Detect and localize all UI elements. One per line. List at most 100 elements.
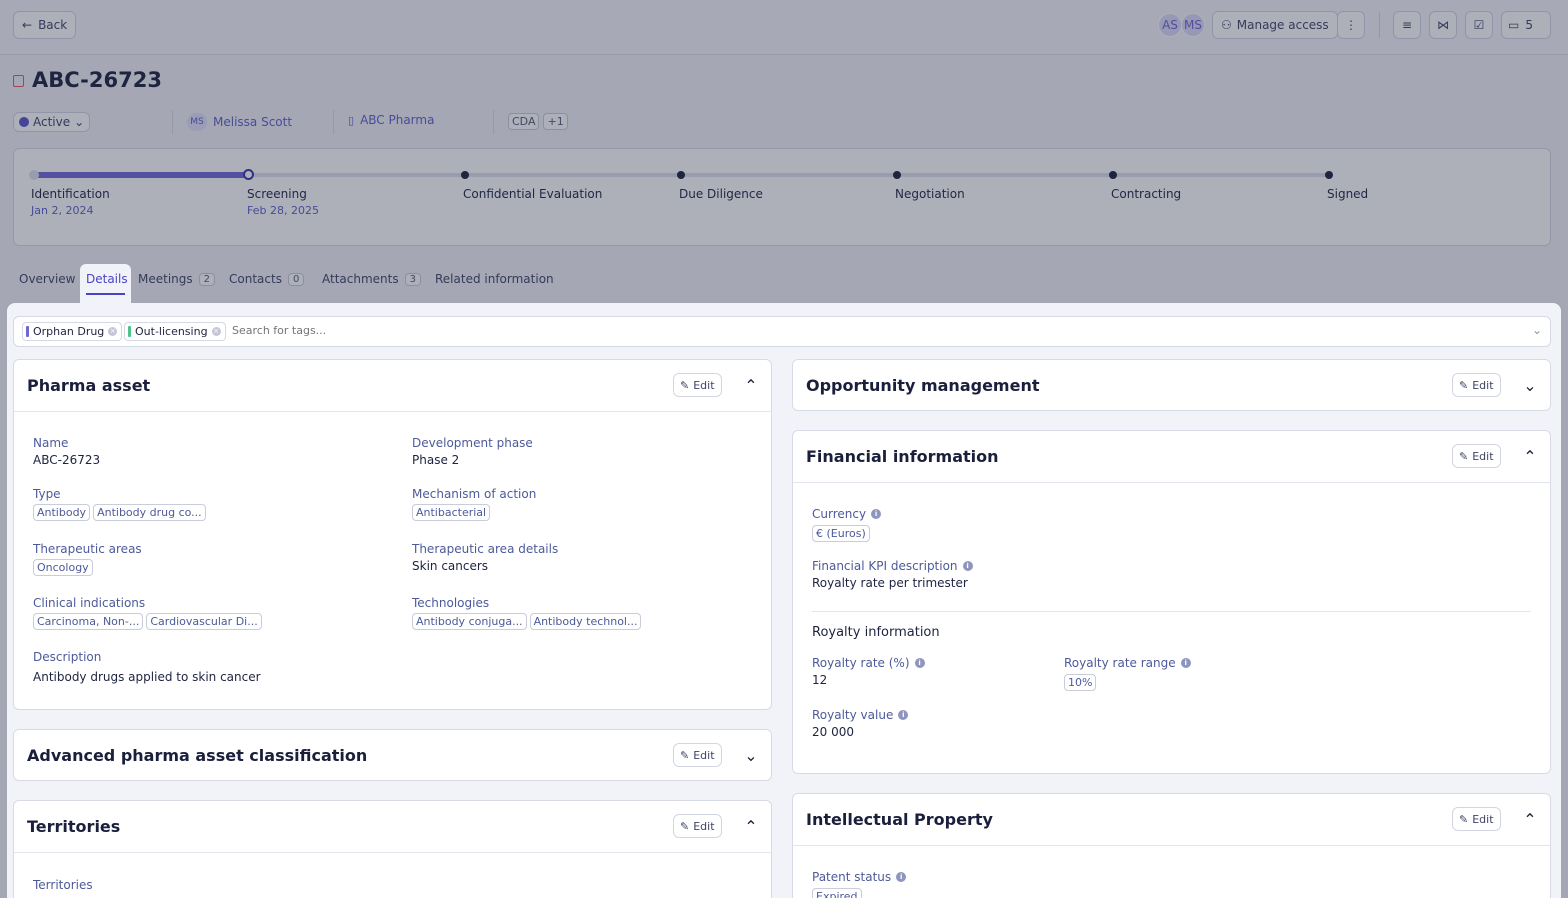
chevron-up-icon[interactable]: ⌃ [1521, 447, 1539, 466]
edit-label: Edit [693, 819, 715, 833]
card-title: Opportunity management [806, 376, 1040, 395]
divider [793, 845, 1550, 846]
field-value: Phase 2 [412, 453, 460, 467]
card-header: Pharma asset ✎ Edit ⌃ [14, 360, 771, 411]
tag-search-input[interactable] [232, 324, 832, 337]
field-label: Currency [812, 507, 867, 521]
tag-label: Out-licensing [135, 325, 208, 338]
tag-chip[interactable]: Orphan Drug × [22, 322, 123, 341]
field-label: Clinical indications [33, 596, 146, 610]
field-label: Therapeutic area details [412, 542, 559, 556]
pencil-icon: ✎ [1459, 812, 1469, 826]
field-label: Royalty rate range [1064, 656, 1176, 670]
tech-pills: Antibody conjuga... Antibody technol... [412, 613, 642, 630]
tags-field[interactable]: Orphan Drug × Out-licensing × ⌄ [13, 316, 1551, 347]
field-value: 20 000 [812, 725, 854, 739]
pill: € (Euros) [812, 525, 870, 542]
pill: 10% [1064, 674, 1097, 691]
card-header: Territories ✎ Edit ⌃ [14, 801, 771, 852]
pill: Antibacterial [412, 504, 491, 521]
field-label-range: Royalty rate range i [1064, 656, 1191, 670]
field-label-value: Royalty value i [812, 708, 909, 722]
field-label: Therapeutic areas [33, 542, 142, 556]
section-heading: Royalty information [812, 625, 940, 640]
field-label: Financial KPI description [812, 559, 958, 573]
field-value: Skin cancers [412, 559, 489, 573]
type-pills: Antibody Antibody drug co... [33, 504, 206, 521]
intellectual-property-card: Intellectual Property ✎ Edit ⌃ Patent sta… [792, 793, 1551, 898]
pill: Antibody technol... [529, 613, 642, 630]
field-label-kpi: Financial KPI description i [812, 559, 973, 573]
tab-details[interactable]: Details [80, 264, 131, 304]
pencil-icon: ✎ [1459, 449, 1469, 463]
info-icon[interactable]: i [871, 509, 882, 519]
pill: Antibody [33, 504, 91, 521]
card-title: Intellectual Property [806, 810, 993, 829]
info-icon[interactable]: i [962, 561, 973, 571]
field-value: Antibody drugs applied to skin cancer [33, 670, 261, 684]
field-label: Technologies [412, 596, 490, 610]
card-title: Advanced pharma asset classification [27, 746, 368, 765]
card-header: Opportunity management ✎ Edit ⌄ [793, 360, 1550, 411]
edit-button[interactable]: ✎ Edit [1452, 444, 1501, 468]
field-label-rate: Royalty rate (%) i [812, 656, 925, 670]
edit-button[interactable]: ✎ Edit [673, 814, 722, 838]
field-label-currency: Currency i [812, 507, 882, 521]
territories-card: Territories ✎ Edit ⌃ Territories [13, 800, 772, 898]
chevron-down-icon[interactable]: ⌄ [1521, 376, 1539, 395]
field-label: Mechanism of action [412, 487, 537, 501]
field-label-patent: Patent status i [812, 870, 907, 884]
edit-button[interactable]: ✎ Edit [1452, 373, 1501, 397]
divider [812, 611, 1531, 612]
divider [793, 482, 1550, 483]
edit-label: Edit [1472, 812, 1494, 826]
tag-color-mark [26, 326, 29, 337]
edit-label: Edit [1472, 449, 1494, 463]
field-value: Royalty rate per trimester [812, 576, 968, 590]
edit-button[interactable]: ✎ Edit [673, 743, 722, 767]
chevron-down-icon[interactable]: ⌄ [742, 746, 760, 765]
chevron-up-icon[interactable]: ⌃ [742, 817, 760, 836]
chevron-down-icon[interactable]: ⌄ [1532, 323, 1542, 337]
edit-button[interactable]: ✎ Edit [1452, 807, 1501, 831]
pill: Antibody drug co... [93, 504, 206, 521]
info-icon[interactable]: i [898, 710, 909, 720]
pencil-icon: ✎ [680, 378, 690, 392]
pencil-icon: ✎ [680, 819, 690, 833]
pharma-asset-card: Pharma asset ✎ Edit ⌃ Name ABC-26723 Deve… [13, 359, 772, 710]
close-icon[interactable]: × [211, 327, 221, 336]
field-label: Description [33, 650, 102, 664]
edit-label: Edit [1472, 378, 1494, 392]
opportunity-management-card: Opportunity management ✎ Edit ⌄ [792, 359, 1551, 411]
currency-pills: € (Euros) [812, 525, 870, 542]
card-header: Financial information ✎ Edit ⌃ [793, 431, 1550, 482]
pill: Antibody conjuga... [412, 613, 527, 630]
advanced-classification-card: Advanced pharma asset classification ✎ Ed… [13, 729, 772, 781]
field-label: Name [33, 436, 69, 450]
chevron-up-icon[interactable]: ⌃ [742, 376, 760, 395]
edit-button[interactable]: ✎ Edit [673, 373, 722, 397]
pill: Cardiovascular Di... [146, 613, 262, 630]
info-icon[interactable]: i [1180, 658, 1191, 668]
pill: Carcinoma, Non-... [33, 613, 144, 630]
ta-pills: Oncology [33, 559, 93, 576]
field-label: Royalty value [812, 708, 894, 722]
card-title: Pharma asset [27, 376, 151, 395]
card-header: Advanced pharma asset classification ✎ Ed… [14, 730, 771, 781]
patent-pills: Expired [812, 888, 862, 898]
tab-underline [86, 293, 125, 295]
pill: Expired [812, 888, 862, 898]
pill: Oncology [33, 559, 93, 576]
tag-chip[interactable]: Out-licensing × [124, 322, 226, 341]
card-title: Territories [27, 817, 121, 836]
close-icon[interactable]: × [108, 327, 118, 336]
field-label: Development phase [412, 436, 533, 450]
info-icon[interactable]: i [914, 658, 925, 668]
tag-color-mark [128, 326, 131, 337]
chevron-up-icon[interactable]: ⌃ [1521, 810, 1539, 829]
edit-label: Edit [693, 378, 715, 392]
info-icon[interactable]: i [896, 872, 907, 882]
pencil-icon: ✎ [680, 748, 690, 762]
divider [14, 852, 771, 853]
field-label: Patent status [812, 870, 892, 884]
